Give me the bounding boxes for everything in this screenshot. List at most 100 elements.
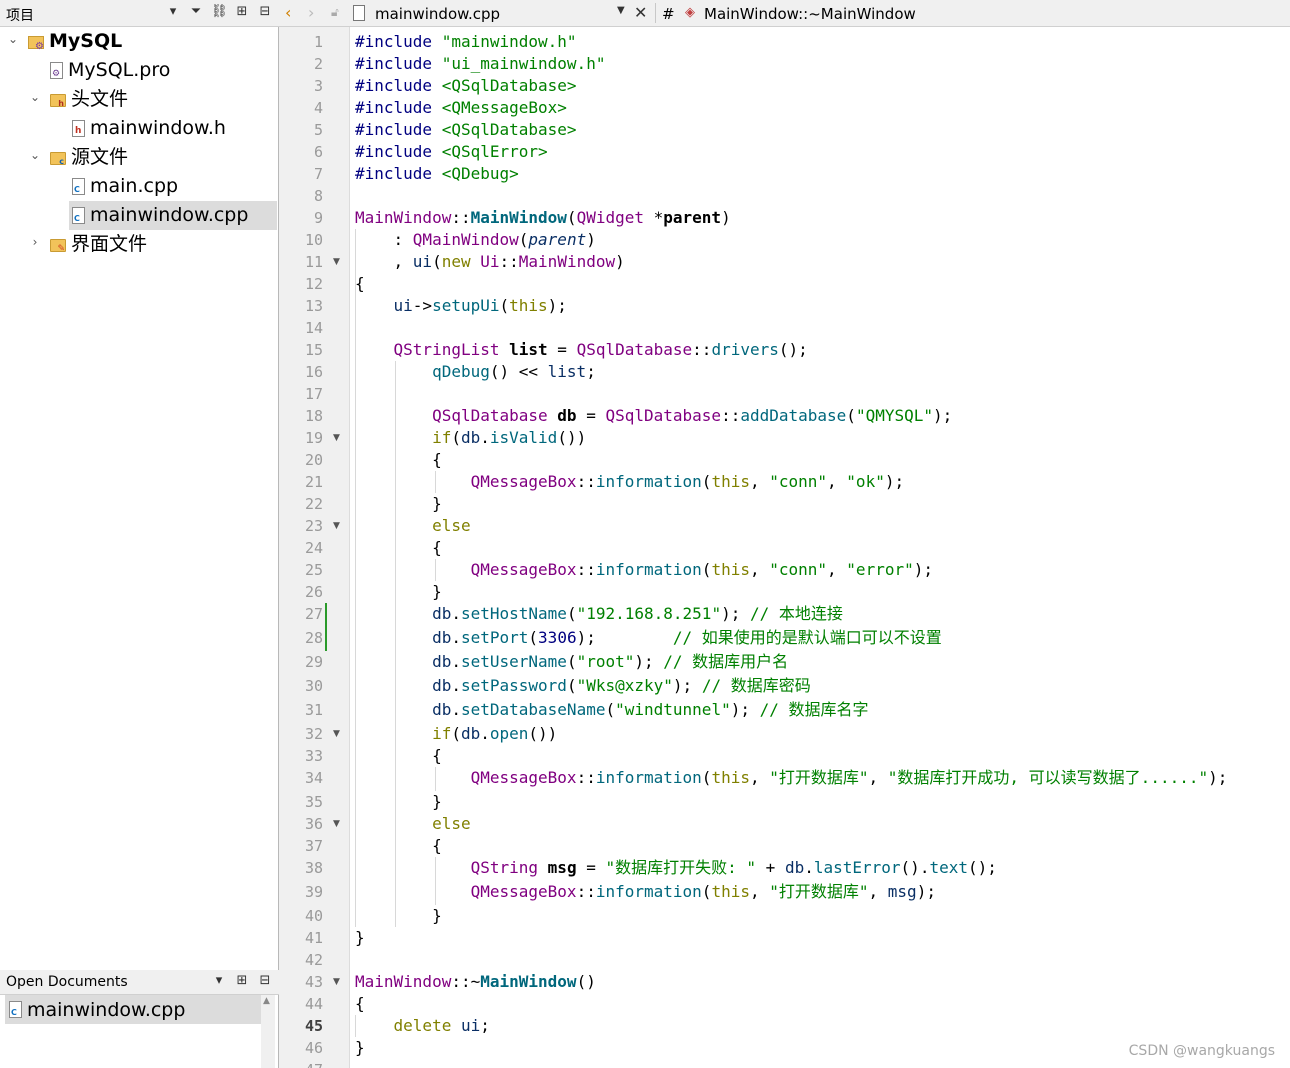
line-number: 3	[313, 77, 323, 95]
form-folder-icon	[50, 239, 66, 254]
code-line: if(db.open())	[432, 724, 558, 743]
line-number: 34	[304, 769, 323, 787]
code-line: : QMainWindow(parent)	[355, 230, 596, 249]
code-line: qDebug() << list;	[432, 362, 596, 381]
line-number: 47	[279, 1059, 323, 1068]
scroll-up-icon[interactable]: ▲	[263, 996, 270, 1006]
header-folder-icon	[50, 94, 66, 108]
tree-item-content[interactable]: MySQL.pro	[47, 56, 277, 85]
tree-item-content[interactable]: main.cpp	[69, 172, 277, 201]
chevron-down-icon[interactable]: ⌄	[28, 148, 42, 162]
line-number: 1	[313, 33, 323, 51]
cpp-file-icon	[72, 207, 85, 224]
filter-icon[interactable]: ⏷	[188, 4, 204, 19]
tree-item[interactable]: main.cpp	[0, 172, 277, 201]
fold-marker-icon[interactable]: ▼	[333, 515, 340, 537]
document-selector[interactable]: mainwindow.cpp	[375, 5, 500, 23]
code-line: db.setPassword("Wks@xzky"); // 数据库密码	[432, 676, 811, 695]
tree-item-content[interactable]: 源文件	[47, 143, 277, 172]
tree-item[interactable]: MySQL.pro	[0, 56, 277, 85]
cpp-file-icon	[9, 1001, 22, 1018]
tree-item[interactable]: › 界面文件	[0, 230, 277, 259]
code-editor[interactable]: #include "mainwindow.h" #include "ui_main…	[352, 27, 1290, 1068]
code-line: {	[355, 538, 442, 557]
line-number: 20	[304, 451, 323, 469]
chevron-right-icon[interactable]: ›	[28, 235, 42, 249]
close-pane-icon[interactable]: ⊟	[257, 973, 273, 988]
open-documents-title: Open Documents	[6, 974, 128, 990]
dropdown-arrow-icon[interactable]: ▾	[211, 973, 227, 988]
indent-guide	[435, 559, 436, 581]
line-number: 24	[304, 539, 323, 557]
line-number: 18	[304, 407, 323, 425]
code-line: QString msg = "数据库打开失败: " + db.lastError…	[470, 858, 997, 877]
project-pane-header: 项目 ▾ ⏷ ⛓ ⊞ ⊟	[0, 0, 279, 27]
tree-item-label: 头文件	[71, 88, 129, 110]
link-icon[interactable]: ⛓	[211, 4, 228, 19]
fold-marker-icon[interactable]: ▼	[333, 427, 340, 449]
hash-label: #	[662, 5, 675, 23]
fold-marker-icon[interactable]: ▼	[333, 813, 340, 835]
watermark: CSDN @wangkuangs	[1128, 1043, 1275, 1059]
fold-marker-icon[interactable]: ▼	[333, 723, 340, 745]
indent-guide	[355, 229, 356, 927]
lock-icon: 🔓︎	[331, 5, 339, 19]
code-line: }	[355, 582, 442, 601]
line-number: 36	[304, 815, 323, 833]
fold-marker-icon[interactable]: ▼	[333, 251, 340, 273]
tree-item-label: 源文件	[71, 146, 129, 168]
line-number: 4	[313, 99, 323, 117]
close-pane-icon[interactable]: ⊟	[257, 4, 273, 19]
code-line: #include "ui_mainwindow.h"	[355, 54, 606, 73]
tree-item[interactable]: ⌄ 头文件	[0, 85, 277, 114]
line-number: 33	[304, 747, 323, 765]
split-icon[interactable]: ⊞	[234, 973, 250, 988]
chevron-down-icon[interactable]: ⌄	[6, 32, 20, 46]
line-number: 37	[304, 837, 323, 855]
code-line: }	[355, 928, 365, 947]
tree-item[interactable]: mainwindow.cpp	[0, 201, 277, 230]
forward-arrow-icon[interactable]: ›	[308, 3, 314, 22]
tree-item-content[interactable]: 界面文件	[47, 230, 277, 259]
line-number: 12	[304, 275, 323, 293]
header-file-icon	[72, 120, 85, 137]
line-number: 5	[313, 121, 323, 139]
code-line: #include <QSqlDatabase>	[355, 76, 577, 95]
code-line: QMessageBox::information(this, "打开数据库", …	[470, 768, 1228, 787]
tree-item-content[interactable]: mainwindow.cpp	[69, 201, 277, 230]
open-document-item[interactable]: mainwindow.cpp	[5, 995, 261, 1024]
chevron-down-icon[interactable]: ▼	[617, 5, 625, 16]
code-line: db.setDatabaseName("windtunnel"); // 数据库…	[432, 700, 869, 719]
close-icon[interactable]: ✕	[634, 3, 647, 22]
dropdown-arrow-icon[interactable]: ▾	[165, 4, 181, 19]
change-marker	[325, 603, 327, 651]
tree-item-content[interactable]: mainwindow.h	[69, 114, 277, 143]
pro-file-icon	[50, 62, 63, 79]
line-number: 11	[304, 253, 323, 271]
code-line: else	[432, 814, 471, 833]
toolbar-divider	[655, 3, 656, 23]
line-number: 38	[304, 859, 323, 877]
line-number: 14	[304, 319, 323, 337]
line-number: 25	[304, 561, 323, 579]
vertical-scrollbar[interactable]: ▲	[261, 995, 275, 1068]
code-line: {	[355, 274, 365, 293]
split-icon[interactable]: ⊞	[234, 4, 250, 19]
tree-item-content[interactable]: MySQL	[25, 27, 277, 56]
tree-item-content[interactable]: 头文件	[47, 85, 277, 114]
symbol-selector[interactable]: MainWindow::~MainWindow	[704, 5, 916, 23]
tree-item[interactable]: ⌄ MySQL	[0, 27, 277, 56]
line-number: 41	[304, 929, 323, 947]
chevron-down-icon[interactable]: ⌄	[28, 90, 42, 104]
line-number: 19	[304, 429, 323, 447]
code-line: #include <QSqlDatabase>	[355, 120, 577, 139]
code-line: QSqlDatabase db = QSqlDatabase::addDatab…	[432, 406, 953, 425]
code-line: MainWindow::~MainWindow()	[355, 972, 596, 991]
tree-item[interactable]: mainwindow.h	[0, 114, 277, 143]
tree-item[interactable]: ⌄ 源文件	[0, 143, 277, 172]
code-line: #include <QDebug>	[355, 164, 519, 183]
back-arrow-icon[interactable]: ‹	[285, 3, 291, 22]
fold-marker-icon[interactable]: ▼	[333, 971, 340, 993]
indent-guide	[435, 767, 436, 791]
indent-guide	[435, 857, 436, 905]
